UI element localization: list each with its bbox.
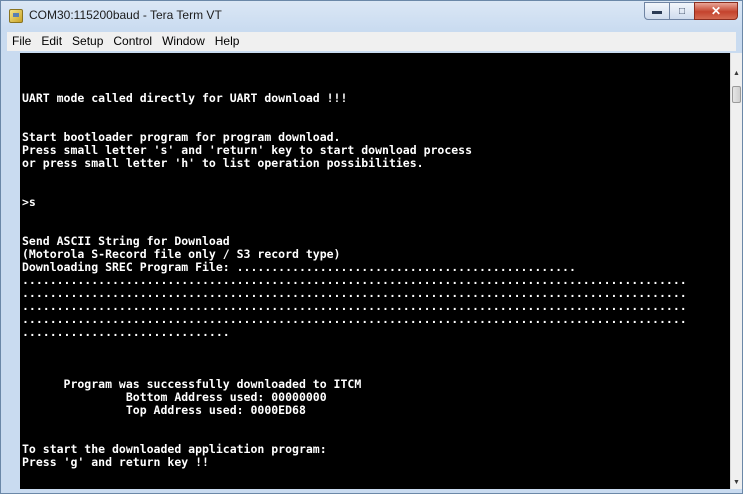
menu-window[interactable]: Window xyxy=(157,32,210,51)
window-title: COM30:115200baud - Tera Term VT xyxy=(29,8,222,22)
minimize-icon: ▬ xyxy=(652,5,662,17)
terminal-line: To start the downloaded application prog… xyxy=(22,443,327,456)
vertical-scrollbar[interactable]: ▲ ▼ xyxy=(730,53,742,489)
maximize-icon: □ xyxy=(678,5,686,17)
terminal-line: Top Address used: 0000ED68 xyxy=(22,404,306,417)
scroll-down-button[interactable]: ▼ xyxy=(731,475,742,489)
terminal-line: ........................................… xyxy=(22,300,687,313)
terminal-line: .............................. xyxy=(22,326,230,339)
terminal-line: Downloading SREC Program File: .........… xyxy=(22,261,576,274)
close-icon: ✕ xyxy=(710,4,722,18)
close-button[interactable]: ✕ xyxy=(694,2,738,20)
minimize-button[interactable]: ▬ xyxy=(644,2,670,20)
maximize-button[interactable]: □ xyxy=(669,2,695,20)
terminal-line: Start bootloader program for program dow… xyxy=(22,131,341,144)
terminal-line: ........................................… xyxy=(22,287,687,300)
terminal-line: >s xyxy=(22,196,36,209)
terminal-line: (Motorola S-Record file only / S3 record… xyxy=(22,248,341,261)
arrow-down-icon: ▼ xyxy=(733,478,740,486)
tera-term-window: COM30:115200baud - Tera Term VT ▬ □ ✕ Fi… xyxy=(0,0,743,494)
terminal-line: UART mode called directly for UART downl… xyxy=(22,92,348,105)
terminal-line: or press small letter 'h' to list operat… xyxy=(22,157,424,170)
terminal-line: Bottom Address used: 00000000 xyxy=(22,391,327,404)
menu-setup[interactable]: Setup xyxy=(67,32,108,51)
terminal-line: Press 'g' and return key !! xyxy=(22,456,209,469)
menu-file[interactable]: File xyxy=(7,32,36,51)
tera-term-icon[interactable] xyxy=(9,9,23,23)
menu-control[interactable]: Control xyxy=(108,32,157,51)
menu-bar: File Edit Setup Control Window Help xyxy=(7,32,736,51)
terminal-screen[interactable]: UART mode called directly for UART downl… xyxy=(20,53,730,489)
window-controls: ▬ □ ✕ xyxy=(644,2,738,22)
terminal-line: ........................................… xyxy=(22,274,687,287)
terminal-line: ........................................… xyxy=(22,313,687,326)
terminal-output: UART mode called directly for UART downl… xyxy=(22,53,726,487)
scroll-up-button[interactable]: ▲ xyxy=(731,66,742,80)
scrollbar-thumb[interactable] xyxy=(732,86,741,103)
menu-edit[interactable]: Edit xyxy=(36,32,67,51)
arrow-up-icon: ▲ xyxy=(733,69,740,77)
terminal-line: Program was successfully downloaded to I… xyxy=(22,378,362,391)
terminal-line: Press small letter 's' and 'return' key … xyxy=(22,144,473,157)
title-bar[interactable]: COM30:115200baud - Tera Term VT ▬ □ ✕ xyxy=(1,1,742,31)
terminal-line: Send ASCII String for Download xyxy=(22,235,230,248)
menu-help[interactable]: Help xyxy=(210,32,245,51)
